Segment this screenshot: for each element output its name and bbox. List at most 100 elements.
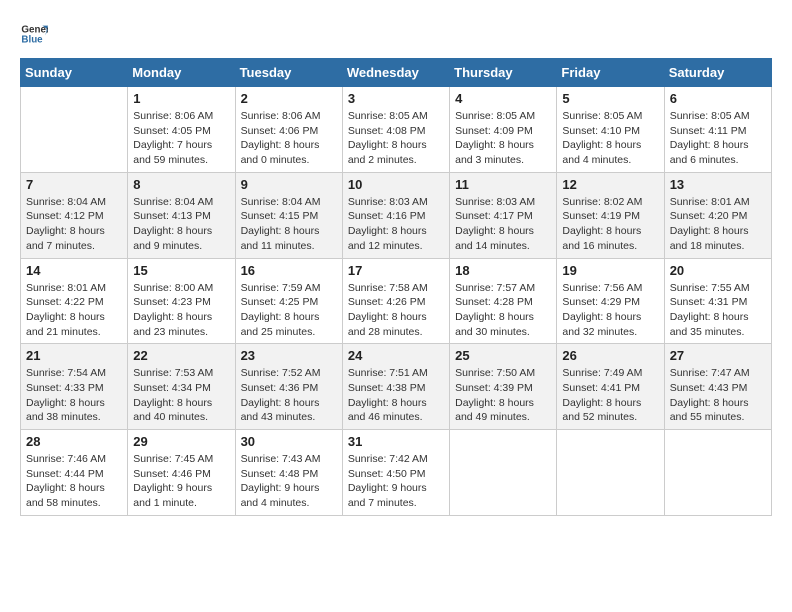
day-info: Sunrise: 7:52 AM Sunset: 4:36 PM Dayligh… bbox=[241, 366, 337, 425]
day-number: 23 bbox=[241, 348, 337, 363]
day-number: 3 bbox=[348, 91, 444, 106]
day-of-week-header: Sunday bbox=[21, 59, 128, 87]
logo-icon: General Blue bbox=[20, 20, 48, 48]
calendar-cell: 27Sunrise: 7:47 AM Sunset: 4:43 PM Dayli… bbox=[664, 344, 771, 430]
day-of-week-header: Tuesday bbox=[235, 59, 342, 87]
day-info: Sunrise: 7:54 AM Sunset: 4:33 PM Dayligh… bbox=[26, 366, 122, 425]
day-number: 29 bbox=[133, 434, 229, 449]
day-number: 4 bbox=[455, 91, 551, 106]
day-number: 21 bbox=[26, 348, 122, 363]
day-of-week-header: Wednesday bbox=[342, 59, 449, 87]
calendar-cell: 20 Sunrise: 7:55 AM Sunset: 4:31 PM Dayli… bbox=[664, 258, 771, 344]
calendar-cell: 17Sunrise: 7:58 AM Sunset: 4:26 PM Dayli… bbox=[342, 258, 449, 344]
svg-text:Blue: Blue bbox=[21, 34, 43, 45]
day-info: Sunrise: 8:05 AM Sunset: 4:11 PM Dayligh… bbox=[670, 109, 766, 168]
day-of-week-header: Monday bbox=[128, 59, 235, 87]
calendar-cell: 10 Sunrise: 8:03 AM Sunset: 4:16 PM Dayli… bbox=[342, 172, 449, 258]
day-number: 30 bbox=[241, 434, 337, 449]
day-info: Sunrise: 8:06 AM Sunset: 4:05 PM Dayligh… bbox=[133, 109, 229, 168]
day-info: Sunrise: 8:03 AM Sunset: 4:17 PM Dayligh… bbox=[455, 195, 551, 254]
day-info: Sunrise: 8:03 AM Sunset: 4:16 PM Dayligh… bbox=[348, 195, 444, 254]
calendar-table: SundayMondayTuesdayWednesdayThursdayFrid… bbox=[20, 58, 772, 516]
calendar-cell: 26 Sunrise: 7:49 AM Sunset: 4:41 PM Dayli… bbox=[557, 344, 664, 430]
calendar-week-row: 28 Sunrise: 7:46 AM Sunset: 4:44 PM Dayli… bbox=[21, 430, 772, 516]
calendar-header-row: SundayMondayTuesdayWednesdayThursdayFrid… bbox=[21, 59, 772, 87]
day-info: Sunrise: 8:00 AM Sunset: 4:23 PM Dayligh… bbox=[133, 281, 229, 340]
calendar-cell bbox=[557, 430, 664, 516]
day-number: 14 bbox=[26, 263, 122, 278]
calendar-cell: 8 Sunrise: 8:04 AM Sunset: 4:13 PM Daylig… bbox=[128, 172, 235, 258]
day-number: 11 bbox=[455, 177, 551, 192]
day-number: 19 bbox=[562, 263, 658, 278]
calendar-cell: 4 Sunrise: 8:05 AM Sunset: 4:09 PM Daylig… bbox=[450, 87, 557, 173]
day-info: Sunrise: 7:49 AM Sunset: 4:41 PM Dayligh… bbox=[562, 366, 658, 425]
calendar-cell bbox=[450, 430, 557, 516]
day-number: 7 bbox=[26, 177, 122, 192]
calendar-week-row: 7 Sunrise: 8:04 AM Sunset: 4:12 PM Daylig… bbox=[21, 172, 772, 258]
day-info: Sunrise: 7:51 AM Sunset: 4:38 PM Dayligh… bbox=[348, 366, 444, 425]
day-number: 2 bbox=[241, 91, 337, 106]
day-number: 25 bbox=[455, 348, 551, 363]
day-info: Sunrise: 8:01 AM Sunset: 4:22 PM Dayligh… bbox=[26, 281, 122, 340]
day-number: 28 bbox=[26, 434, 122, 449]
day-info: Sunrise: 7:57 AM Sunset: 4:28 PM Dayligh… bbox=[455, 281, 551, 340]
calendar-week-row: 1 Sunrise: 8:06 AM Sunset: 4:05 PM Daylig… bbox=[21, 87, 772, 173]
day-info: Sunrise: 8:01 AM Sunset: 4:20 PM Dayligh… bbox=[670, 195, 766, 254]
calendar-cell: 6 Sunrise: 8:05 AM Sunset: 4:11 PM Daylig… bbox=[664, 87, 771, 173]
calendar-cell: 24 Sunrise: 7:51 AM Sunset: 4:38 PM Dayli… bbox=[342, 344, 449, 430]
calendar-cell: 18 Sunrise: 7:57 AM Sunset: 4:28 PM Dayli… bbox=[450, 258, 557, 344]
calendar-cell: 31 Sunrise: 7:42 AM Sunset: 4:50 PM Dayli… bbox=[342, 430, 449, 516]
logo: General Blue bbox=[20, 20, 48, 48]
day-info: Sunrise: 7:59 AM Sunset: 4:25 PM Dayligh… bbox=[241, 281, 337, 340]
calendar-week-row: 21 Sunrise: 7:54 AM Sunset: 4:33 PM Dayli… bbox=[21, 344, 772, 430]
day-info: Sunrise: 8:04 AM Sunset: 4:13 PM Dayligh… bbox=[133, 195, 229, 254]
day-number: 8 bbox=[133, 177, 229, 192]
day-info: Sunrise: 7:43 AM Sunset: 4:48 PM Dayligh… bbox=[241, 452, 337, 511]
calendar-cell: 22 Sunrise: 7:53 AM Sunset: 4:34 PM Dayli… bbox=[128, 344, 235, 430]
calendar-cell: 11 Sunrise: 8:03 AM Sunset: 4:17 PM Dayli… bbox=[450, 172, 557, 258]
day-number: 24 bbox=[348, 348, 444, 363]
calendar-cell: 25 Sunrise: 7:50 AM Sunset: 4:39 PM Dayli… bbox=[450, 344, 557, 430]
day-number: 10 bbox=[348, 177, 444, 192]
day-info: Sunrise: 7:50 AM Sunset: 4:39 PM Dayligh… bbox=[455, 366, 551, 425]
calendar-cell: 21 Sunrise: 7:54 AM Sunset: 4:33 PM Dayli… bbox=[21, 344, 128, 430]
calendar-cell: 30 Sunrise: 7:43 AM Sunset: 4:48 PM Dayli… bbox=[235, 430, 342, 516]
day-info: Sunrise: 7:42 AM Sunset: 4:50 PM Dayligh… bbox=[348, 452, 444, 511]
calendar-cell: 12Sunrise: 8:02 AM Sunset: 4:19 PM Dayli… bbox=[557, 172, 664, 258]
day-info: Sunrise: 7:56 AM Sunset: 4:29 PM Dayligh… bbox=[562, 281, 658, 340]
calendar-cell bbox=[664, 430, 771, 516]
day-info: Sunrise: 8:04 AM Sunset: 4:12 PM Dayligh… bbox=[26, 195, 122, 254]
day-number: 26 bbox=[562, 348, 658, 363]
day-info: Sunrise: 8:02 AM Sunset: 4:19 PM Dayligh… bbox=[562, 195, 658, 254]
day-info: Sunrise: 7:45 AM Sunset: 4:46 PM Dayligh… bbox=[133, 452, 229, 511]
calendar-cell: 9 Sunrise: 8:04 AM Sunset: 4:15 PM Daylig… bbox=[235, 172, 342, 258]
day-number: 27 bbox=[670, 348, 766, 363]
page-header: General Blue bbox=[20, 20, 772, 48]
day-number: 18 bbox=[455, 263, 551, 278]
day-info: Sunrise: 7:55 AM Sunset: 4:31 PM Dayligh… bbox=[670, 281, 766, 340]
day-info: Sunrise: 8:04 AM Sunset: 4:15 PM Dayligh… bbox=[241, 195, 337, 254]
day-number: 6 bbox=[670, 91, 766, 106]
day-number: 9 bbox=[241, 177, 337, 192]
day-info: Sunrise: 8:05 AM Sunset: 4:09 PM Dayligh… bbox=[455, 109, 551, 168]
calendar-cell bbox=[21, 87, 128, 173]
day-number: 31 bbox=[348, 434, 444, 449]
calendar-cell: 3Sunrise: 8:05 AM Sunset: 4:08 PM Daylig… bbox=[342, 87, 449, 173]
day-number: 15 bbox=[133, 263, 229, 278]
calendar-cell: 14 Sunrise: 8:01 AM Sunset: 4:22 PM Dayli… bbox=[21, 258, 128, 344]
day-info: Sunrise: 7:46 AM Sunset: 4:44 PM Dayligh… bbox=[26, 452, 122, 511]
calendar-cell: 23 Sunrise: 7:52 AM Sunset: 4:36 PM Dayli… bbox=[235, 344, 342, 430]
day-number: 5 bbox=[562, 91, 658, 106]
day-number: 1 bbox=[133, 91, 229, 106]
day-info: Sunrise: 7:53 AM Sunset: 4:34 PM Dayligh… bbox=[133, 366, 229, 425]
day-number: 20 bbox=[670, 263, 766, 278]
day-of-week-header: Friday bbox=[557, 59, 664, 87]
day-number: 17 bbox=[348, 263, 444, 278]
calendar-cell: 1 Sunrise: 8:06 AM Sunset: 4:05 PM Daylig… bbox=[128, 87, 235, 173]
calendar-cell: 15 Sunrise: 8:00 AM Sunset: 4:23 PM Dayli… bbox=[128, 258, 235, 344]
day-of-week-header: Saturday bbox=[664, 59, 771, 87]
calendar-cell: 7 Sunrise: 8:04 AM Sunset: 4:12 PM Daylig… bbox=[21, 172, 128, 258]
day-info: Sunrise: 8:06 AM Sunset: 4:06 PM Dayligh… bbox=[241, 109, 337, 168]
day-number: 22 bbox=[133, 348, 229, 363]
calendar-cell: 28 Sunrise: 7:46 AM Sunset: 4:44 PM Dayli… bbox=[21, 430, 128, 516]
